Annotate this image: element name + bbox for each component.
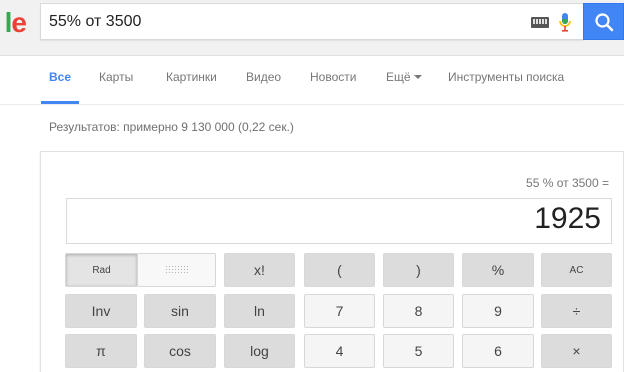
multiply-button[interactable]: × [541, 334, 612, 368]
calculator-card: 55 % от 3500 = 1925 Rad x! ( ) % AC Inv … [40, 151, 624, 372]
digit-5-button[interactable]: 5 [383, 334, 454, 368]
tab-maps[interactable]: Карты [99, 70, 133, 84]
keyboard-icon[interactable] [531, 17, 549, 28]
log-button[interactable]: log [224, 334, 295, 368]
digit-7-button[interactable]: 7 [304, 294, 375, 328]
search-icon [595, 13, 614, 32]
left-paren-button[interactable]: ( [304, 253, 375, 287]
tab-all[interactable]: Все [49, 70, 71, 84]
calculator-result: 1925 [534, 202, 601, 235]
top-bar: le [0, 0, 624, 56]
result-stats: Результатов: примерно 9 130 000 (0,22 се… [49, 120, 294, 134]
percent-button[interactable]: % [462, 253, 534, 287]
inverse-button[interactable]: Inv [65, 294, 137, 328]
tab-more[interactable]: Ещё [386, 70, 422, 84]
deg-button[interactable] [137, 253, 216, 287]
active-tab-indicator [41, 101, 79, 104]
tab-images[interactable]: Картинки [166, 70, 217, 84]
google-logo[interactable]: le [0, 8, 26, 38]
search-box [40, 3, 583, 40]
tab-news[interactable]: Новости [310, 70, 356, 84]
caret-down-icon [413, 75, 422, 79]
logo-letter-e: e [11, 8, 26, 38]
tab-videos[interactable]: Видео [246, 70, 281, 84]
calculator-display: 1925 [66, 198, 612, 244]
search-tabs: Все Карты Картинки Видео Новости Ещё Инс… [0, 57, 624, 105]
factorial-button[interactable]: x! [224, 253, 295, 287]
search-button[interactable] [583, 3, 624, 40]
cos-button[interactable]: cos [144, 334, 216, 368]
calculator-history: 55 % от 3500 = [526, 176, 609, 190]
all-clear-button[interactable]: AC [541, 253, 612, 287]
tab-more-label: Ещё [386, 70, 411, 84]
sin-button[interactable]: sin [144, 294, 216, 328]
digit-8-button[interactable]: 8 [383, 294, 454, 328]
rad-button[interactable]: Rad [65, 253, 138, 287]
digit-9-button[interactable]: 9 [462, 294, 534, 328]
right-paren-button[interactable]: ) [383, 253, 454, 287]
dots-icon [164, 265, 189, 275]
divide-button[interactable]: ÷ [541, 294, 612, 328]
pi-button[interactable]: π [65, 334, 137, 368]
digit-4-button[interactable]: 4 [304, 334, 375, 368]
tab-search-tools[interactable]: Инструменты поиска [448, 70, 564, 84]
microphone-icon[interactable] [558, 12, 572, 34]
search-input[interactable] [49, 4, 519, 39]
digit-6-button[interactable]: 6 [462, 334, 534, 368]
ln-button[interactable]: ln [224, 294, 295, 328]
